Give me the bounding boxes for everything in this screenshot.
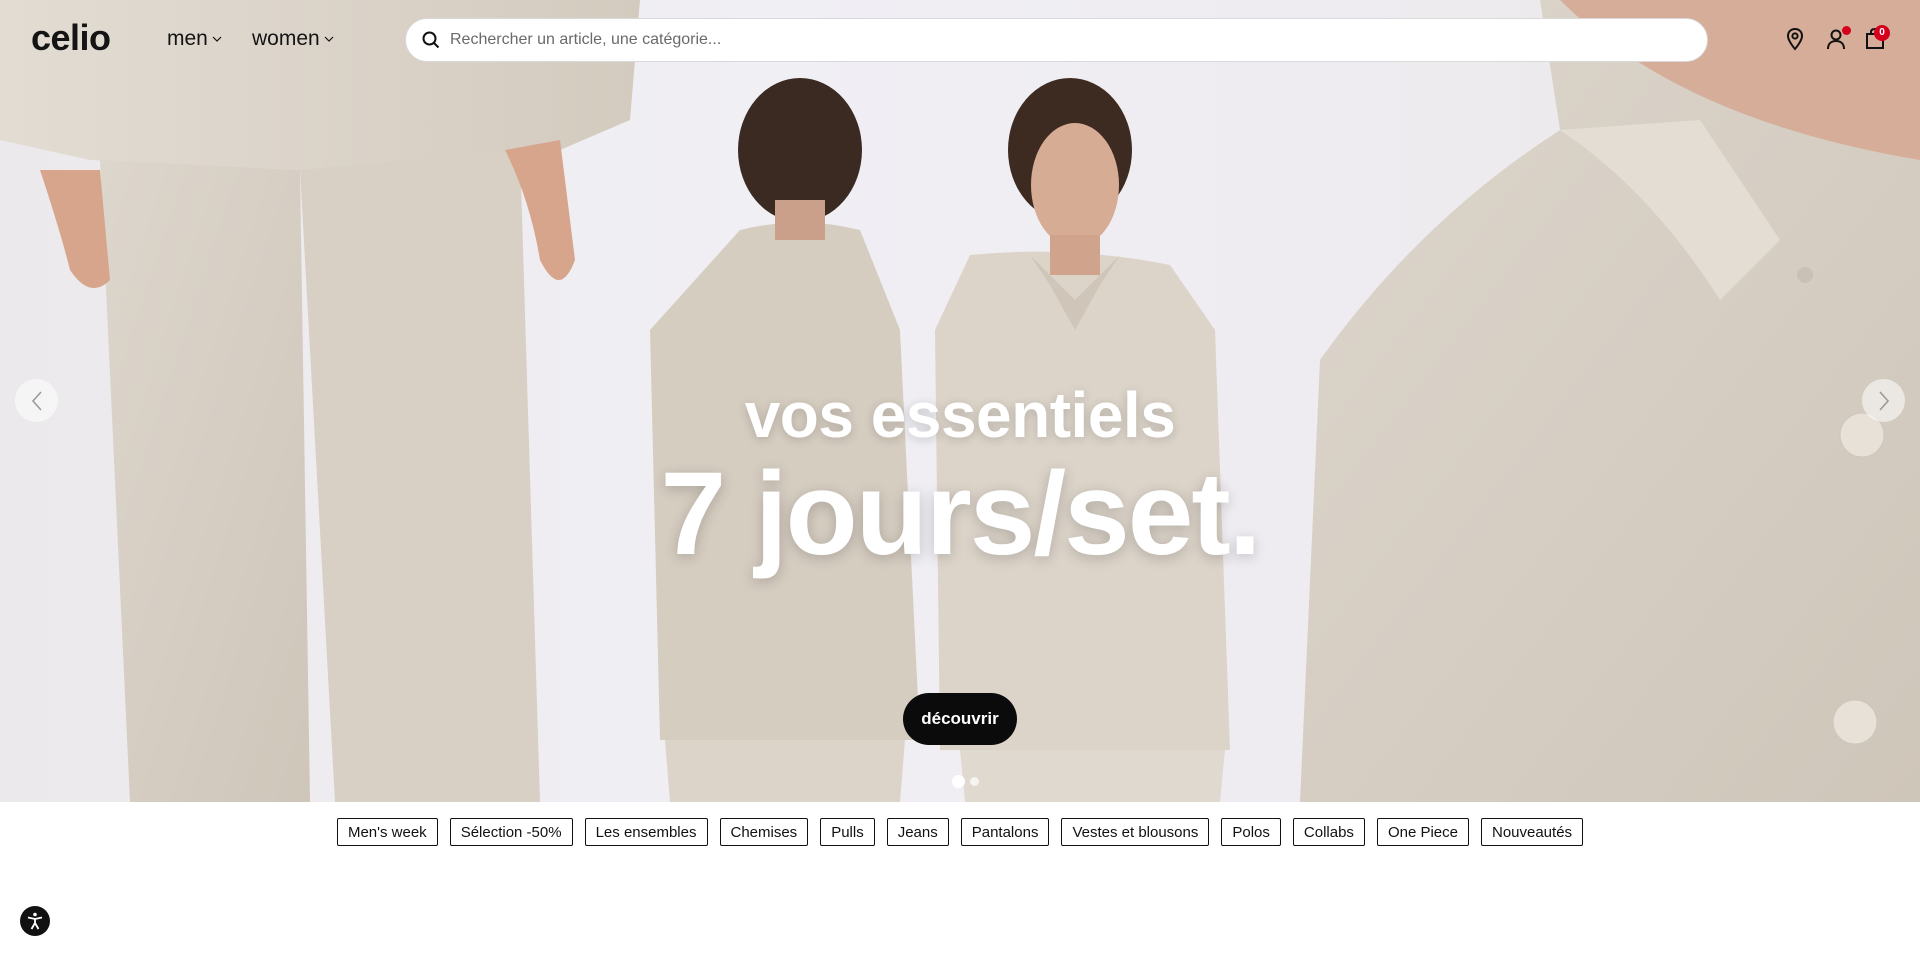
carousel-prev-button[interactable] [15,379,58,422]
category-jeans[interactable]: Jeans [886,818,949,846]
carousel-next-button[interactable] [1862,379,1905,422]
cart-count-badge: 0 [1874,25,1890,41]
accessibility-icon [27,912,43,930]
category-one-piece[interactable]: One Piece [1376,818,1469,846]
category-nouveautes[interactable]: Nouveautés [1480,818,1584,846]
category-selection-50[interactable]: Sélection -50% [449,818,573,846]
accessibility-button[interactable] [20,906,50,936]
search-input[interactable] [450,31,1650,49]
chevron-down-icon [324,36,334,42]
carousel-dot-2[interactable] [970,777,979,786]
category-vestes-blousons[interactable]: Vestes et blousons [1061,818,1210,846]
hero-title: 7 jours/set. [660,448,1261,580]
nav-women[interactable]: women [252,27,334,51]
category-pulls[interactable]: Pulls [820,818,875,846]
nav-men-label: men [167,27,208,50]
celio-logo[interactable]: celio [31,17,111,59]
hero-subtitle: vos essentiels [744,379,1176,451]
category-strip: Men's week Sélection -50% Les ensembles … [0,818,1920,846]
hero-banner: celio men women 0 vos essentiels 7 jours… [0,0,1920,802]
category-chemises[interactable]: Chemises [719,818,809,846]
category-ensembles[interactable]: Les ensembles [584,818,708,846]
nav-women-label: women [252,27,320,50]
chevron-right-icon [1878,390,1889,411]
chevron-left-icon [31,390,42,411]
carousel-dot-1[interactable] [952,775,965,788]
account-notification-dot [1842,26,1851,35]
search-bar[interactable] [405,18,1708,62]
category-mens-week[interactable]: Men's week [336,818,438,846]
carousel-pagination [952,775,979,788]
category-pantalons[interactable]: Pantalons [960,818,1050,846]
store-locator-icon[interactable] [1782,26,1808,52]
search-icon [422,31,440,49]
chevron-down-icon [212,36,222,42]
discover-button[interactable]: découvrir [903,693,1017,745]
category-polos[interactable]: Polos [1221,818,1281,846]
nav-men[interactable]: men [167,27,222,51]
category-collabs[interactable]: Collabs [1292,818,1365,846]
